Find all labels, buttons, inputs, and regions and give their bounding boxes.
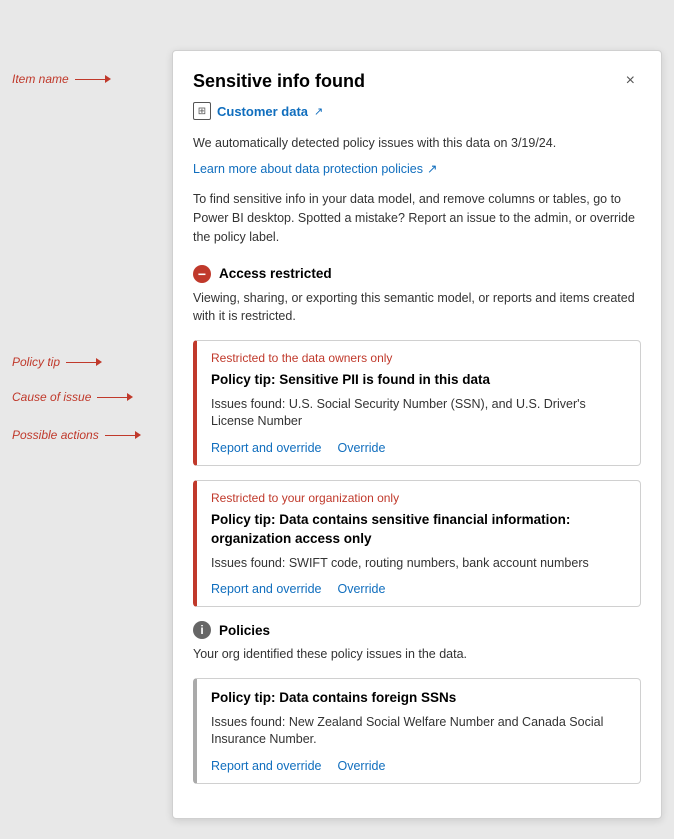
report-override-link-neutral-1[interactable]: Report and override	[211, 759, 321, 773]
arrow-policy-tip	[66, 358, 102, 366]
arrow-actions	[105, 431, 141, 439]
report-override-link-2[interactable]: Report and override	[211, 582, 321, 596]
learn-more-text: Learn more about data protection policie…	[193, 162, 423, 176]
item-icon: ⊞	[193, 102, 211, 120]
access-restricted-desc: Viewing, sharing, or exporting this sema…	[193, 289, 641, 327]
override-link-neutral-1[interactable]: Override	[337, 759, 385, 773]
policies-desc: Your org identified these policy issues …	[193, 645, 641, 664]
actions-row-2: Report and override Override	[211, 582, 626, 596]
access-restricted-title: Access restricted	[219, 266, 332, 281]
annotation-item-name: Item name	[12, 72, 111, 86]
issues-found-2: Issues found: SWIFT code, routing number…	[211, 555, 626, 573]
override-link-1[interactable]: Override	[337, 441, 385, 455]
restricted-icon: −	[193, 265, 211, 283]
policy-tip-title-2: Policy tip: Data contains sensitive fina…	[211, 511, 626, 549]
policy-card-2: Restricted to your organization only Pol…	[193, 480, 641, 607]
policies-section: i Policies Your org identified these pol…	[193, 621, 641, 784]
item-name-link[interactable]: Customer data	[217, 104, 308, 119]
sensitive-info-panel: Sensitive info found × ⊞ Customer data ↗…	[172, 50, 662, 819]
policy-card-1: Restricted to the data owners only Polic…	[193, 340, 641, 466]
restriction-label-2: Restricted to your organization only	[211, 491, 626, 505]
annotation-label-cause: Cause of issue	[12, 390, 91, 404]
annotation-cause-of-issue: Cause of issue	[12, 390, 133, 404]
annotation-policy-tip: Policy tip	[12, 355, 102, 369]
policies-header: i Policies	[193, 621, 641, 639]
annotation-label-actions: Possible actions	[12, 428, 99, 442]
policy-tip-title-neutral-1: Policy tip: Data contains foreign SSNs	[211, 689, 626, 708]
annotation-label: Item name	[12, 72, 69, 86]
override-link-2[interactable]: Override	[337, 582, 385, 596]
panel-title: Sensitive info found	[193, 71, 365, 92]
restriction-label-1: Restricted to the data owners only	[211, 351, 626, 365]
policy-card-neutral-1: Policy tip: Data contains foreign SSNs I…	[193, 678, 641, 784]
item-name-row: ⊞ Customer data ↗	[193, 102, 641, 120]
external-link-icon: ↗	[314, 105, 323, 118]
description-text-2: To find sensitive info in your data mode…	[193, 190, 641, 246]
arrow-cause	[97, 393, 133, 401]
outer-container: Item name Policy tip Cause of issue Poss…	[12, 20, 662, 819]
description-text-1: We automatically detected policy issues …	[193, 134, 641, 153]
close-button[interactable]: ×	[620, 71, 641, 91]
info-icon: i	[193, 621, 211, 639]
actions-row-neutral-1: Report and override Override	[211, 759, 626, 773]
report-override-link-1[interactable]: Report and override	[211, 441, 321, 455]
access-restricted-header: − Access restricted	[193, 265, 641, 283]
panel-header: Sensitive info found ×	[193, 71, 641, 92]
policy-tip-title-1: Policy tip: Sensitive PII is found in th…	[211, 371, 626, 390]
policies-title: Policies	[219, 623, 270, 638]
actions-row-1: Report and override Override	[211, 441, 626, 455]
issues-found-neutral-1: Issues found: New Zealand Social Welfare…	[211, 714, 626, 749]
annotation-possible-actions: Possible actions	[12, 428, 141, 442]
learn-more-icon: ↗	[427, 161, 437, 176]
issues-found-1: Issues found: U.S. Social Security Numbe…	[211, 396, 626, 431]
arrow-item-name	[75, 75, 111, 83]
annotation-label-policy-tip: Policy tip	[12, 355, 60, 369]
learn-more-link[interactable]: Learn more about data protection policie…	[193, 161, 438, 176]
